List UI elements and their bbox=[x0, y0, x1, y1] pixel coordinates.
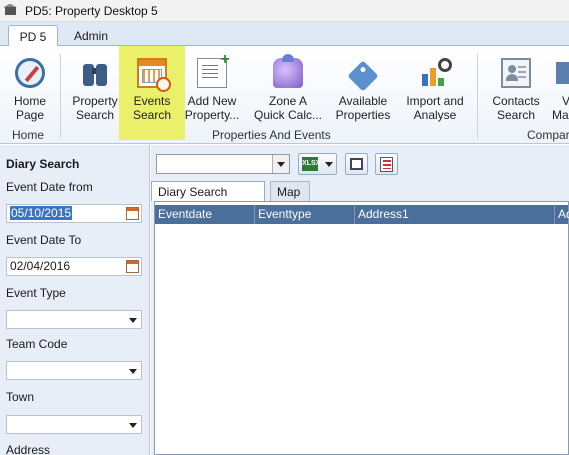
contacts-search-button[interactable]: Contacts Search bbox=[488, 50, 544, 128]
home-label-2: Page bbox=[15, 108, 45, 122]
calendar-icon[interactable] bbox=[126, 260, 139, 273]
chevron-down-icon[interactable] bbox=[129, 318, 137, 323]
events-search-label-2: Search bbox=[132, 108, 172, 122]
tab-pd5[interactable]: PD 5 bbox=[8, 25, 58, 47]
ribbon-separator bbox=[477, 54, 478, 138]
contacts-label-2: Search bbox=[496, 108, 536, 122]
printer-icon bbox=[350, 158, 363, 170]
group-label-partial: Compar bbox=[527, 128, 569, 142]
ribbon-tabs: PD 5 Admin bbox=[0, 22, 569, 47]
event-date-to-value: 02/04/2016 bbox=[10, 259, 71, 273]
zone-a-quick-calc-button[interactable]: Zone A Quick Calc... bbox=[252, 50, 324, 128]
event-date-to-field[interactable]: 02/04/2016 bbox=[6, 257, 142, 276]
chevron-down-icon[interactable] bbox=[325, 162, 333, 167]
town-select[interactable] bbox=[6, 415, 142, 434]
binoculars-icon bbox=[80, 58, 110, 88]
add-new-property-button[interactable]: + Add New Property... bbox=[184, 50, 240, 128]
diary-search-panel: Diary Search Event Date from 05/10/2015 … bbox=[0, 145, 150, 455]
window-title: PD5: Property Desktop 5 bbox=[25, 3, 158, 18]
excel-icon: XLSX bbox=[302, 157, 320, 171]
grid-header: Eventdate Eventtype Address1 Ad bbox=[155, 205, 569, 224]
zone-a-label-1: Zone A bbox=[268, 94, 308, 108]
print-button[interactable] bbox=[345, 153, 368, 175]
import-analyse-button[interactable]: Import and Analyse bbox=[402, 50, 468, 128]
zone-a-label-2: Quick Calc... bbox=[253, 108, 322, 122]
event-date-to-label: Event Date To bbox=[6, 233, 82, 247]
calendar-clock-icon bbox=[137, 58, 171, 92]
export-xlsx-button[interactable]: XLSX bbox=[298, 153, 337, 175]
team-code-select[interactable] bbox=[6, 361, 142, 380]
add-new-label-1: Add New bbox=[187, 94, 237, 108]
event-type-label: Event Type bbox=[6, 286, 66, 300]
import-label-2: Analyse bbox=[413, 108, 457, 122]
panel-title: Diary Search bbox=[6, 157, 80, 171]
contacts-label-1: Contacts bbox=[492, 94, 540, 108]
property-search-label-1: Property bbox=[72, 94, 118, 108]
tag-icon bbox=[347, 58, 379, 92]
town-label: Town bbox=[6, 390, 35, 404]
title-bar: PD5: Property Desktop 5 bbox=[0, 0, 569, 22]
available-label-2: Properties bbox=[335, 108, 391, 122]
add-new-label-2: Property... bbox=[184, 108, 240, 122]
events-search-label-1: Events bbox=[133, 94, 171, 108]
ribbon: Home Page Home Property Search Events Se… bbox=[0, 46, 569, 144]
available-properties-button[interactable]: Available Properties bbox=[334, 50, 392, 128]
column-header-eventtype[interactable]: Eventtype bbox=[255, 205, 355, 224]
chevron-down-icon[interactable] bbox=[272, 155, 289, 173]
address-label: Address bbox=[6, 443, 51, 455]
group-label-properties-events: Properties And Events bbox=[212, 128, 331, 142]
chevron-down-icon[interactable] bbox=[129, 369, 137, 374]
property-search-label-2: Search bbox=[75, 108, 115, 122]
results-grid[interactable]: Eventdate Eventtype Address1 Ad bbox=[154, 201, 569, 455]
event-type-select[interactable] bbox=[6, 310, 142, 329]
result-tabs: Diary Search Results Map bbox=[151, 181, 569, 213]
property-search-button[interactable]: Property Search bbox=[68, 50, 122, 128]
available-label-1: Available bbox=[338, 94, 388, 108]
partial-icon bbox=[556, 58, 569, 88]
contact-card-icon bbox=[501, 58, 531, 88]
home-label-1: Home bbox=[13, 94, 46, 108]
partial-label-1: V bbox=[562, 94, 569, 108]
tab-admin[interactable]: Admin bbox=[64, 25, 118, 47]
list-icon bbox=[380, 157, 393, 172]
results-area: XLSX Diary Search Results Map Eventdate … bbox=[151, 145, 569, 455]
compass-icon bbox=[15, 58, 45, 88]
chevron-down-icon[interactable] bbox=[129, 423, 137, 428]
event-date-from-value: 05/10/2015 bbox=[10, 206, 73, 220]
app-icon bbox=[3, 3, 19, 18]
home-page-button[interactable]: Home Page bbox=[6, 50, 54, 128]
tab-diary-search-results[interactable]: Diary Search Results bbox=[151, 181, 265, 213]
add-document-icon: + bbox=[197, 52, 230, 88]
column-header-eventdate[interactable]: Eventdate bbox=[155, 205, 255, 224]
layout-combo[interactable] bbox=[156, 154, 290, 174]
columns-button[interactable] bbox=[375, 153, 398, 175]
event-date-from-label: Event Date from bbox=[6, 180, 93, 194]
partial-label-2: Ma bbox=[552, 108, 569, 122]
calendar-icon[interactable] bbox=[126, 207, 139, 220]
import-label-1: Import and bbox=[406, 94, 464, 108]
calculator-icon bbox=[273, 54, 303, 88]
tab-map[interactable]: Map bbox=[270, 181, 310, 201]
column-header-address1[interactable]: Address1 bbox=[355, 205, 555, 224]
team-code-label: Team Code bbox=[6, 337, 68, 351]
event-date-from-field[interactable]: 05/10/2015 bbox=[6, 204, 142, 223]
events-search-button[interactable]: Events Search bbox=[119, 46, 185, 140]
group-label-home: Home bbox=[12, 128, 45, 142]
ribbon-separator bbox=[60, 54, 61, 138]
partial-ribbon-button[interactable]: V Ma bbox=[552, 50, 569, 128]
column-header-address2[interactable]: Ad bbox=[555, 205, 569, 224]
chart-magnifier-icon bbox=[420, 58, 452, 88]
